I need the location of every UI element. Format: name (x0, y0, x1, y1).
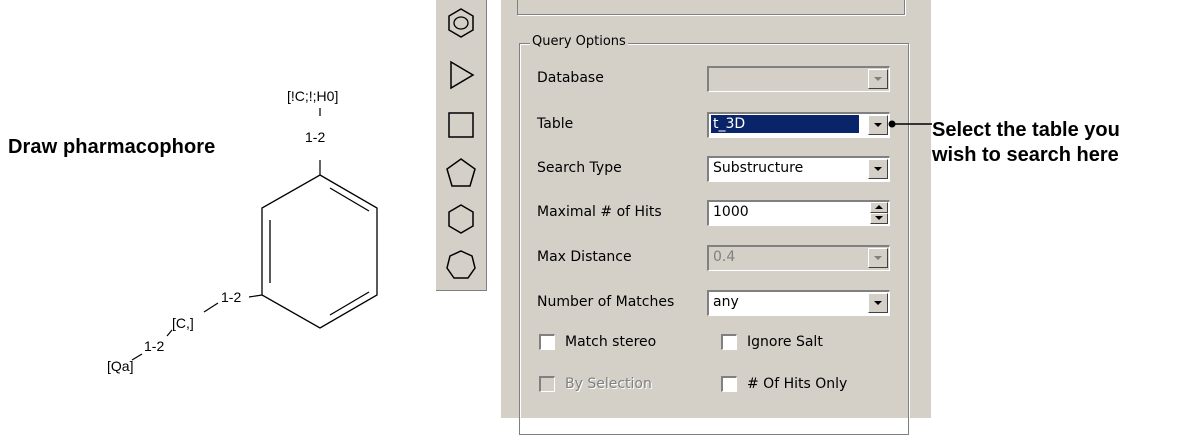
max-hits-value: 1000 (713, 204, 749, 220)
max-distance-label: Max Distance (537, 249, 632, 265)
atom-end-label: [Qa] (107, 358, 133, 374)
query-dialog: Query Options Database Table t_3D Search… (500, 0, 931, 435)
square-tool[interactable] (444, 108, 478, 142)
atom-top-label: [!C;!;H0] (287, 88, 338, 104)
match-stereo-checkbox[interactable]: Match stereo (539, 334, 656, 350)
heptagon-icon (446, 250, 476, 279)
search-type-label: Search Type (537, 160, 622, 176)
by-selection-label: By Selection (565, 376, 652, 392)
table-label: Table (537, 116, 574, 132)
max-distance-dropdown-icon[interactable] (868, 248, 888, 268)
heptagon-tool[interactable] (444, 248, 478, 282)
pharmacophore-drawing: [!C;!;H0] 1-2 1-2 [C,] 1-2 [Qa] (107, 88, 378, 374)
search-type-value: Substructure (713, 160, 804, 176)
database-select[interactable] (707, 66, 890, 92)
match-stereo-label: Match stereo (565, 334, 657, 350)
callout-text-line2: wish to search here (932, 144, 1119, 166)
callout-pointer (888, 120, 932, 128)
spin-down-icon[interactable] (870, 213, 888, 224)
number-of-matches-dropdown-icon[interactable] (868, 293, 888, 313)
table-dropdown-icon[interactable] (868, 115, 888, 135)
upper-frame (517, 0, 905, 15)
bond-ring-label: 1-2 (221, 289, 241, 305)
atom-mid-label: [C,] (172, 315, 194, 331)
callout-text-line1: Select the table you (932, 119, 1120, 141)
square-icon (448, 112, 474, 138)
triangle-tool[interactable] (444, 58, 478, 92)
hits-only-checkbox[interactable]: # Of Hits Only (721, 376, 847, 392)
search-type-dropdown-icon[interactable] (868, 159, 888, 179)
max-distance-value: 0.4 (713, 249, 736, 265)
shape-toolbar (436, 0, 487, 291)
triangle-icon (450, 60, 475, 90)
bond-ring-chain-b (203, 302, 219, 313)
hexagon-icon (448, 204, 474, 234)
bond-top-label: 1-2 (305, 129, 325, 145)
ignore-salt-checkbox[interactable]: Ignore Salt (721, 334, 823, 350)
benzene-ring-icon (448, 8, 474, 38)
pentagon-icon (446, 158, 476, 187)
table-value: t_3D (710, 114, 860, 134)
max-distance-select[interactable]: 0.4 (707, 245, 890, 271)
benzene-ring (261, 174, 378, 329)
hexagon-tool[interactable] (444, 202, 478, 236)
by-selection-checkbox[interactable]: By Selection (539, 376, 652, 392)
bond-mid-chain (166, 329, 173, 337)
ignore-salt-box[interactable] (721, 334, 737, 350)
max-hits-spinner[interactable]: 1000 (707, 200, 890, 226)
search-type-select[interactable]: Substructure (707, 156, 890, 182)
number-of-matches-label: Number of Matches (537, 294, 675, 310)
number-of-matches-select[interactable]: any (707, 290, 890, 316)
draw-pharmacophore-label: Draw pharmacophore (8, 136, 216, 158)
ignore-salt-label: Ignore Salt (747, 334, 823, 350)
hits-only-box[interactable] (721, 376, 737, 392)
spin-up-icon[interactable] (870, 202, 888, 213)
bond-end-chain (131, 353, 143, 361)
database-dropdown-icon[interactable] (868, 69, 888, 89)
database-label: Database (537, 70, 604, 86)
table-select[interactable]: t_3D (707, 112, 890, 138)
benzene-ring-tool[interactable] (444, 6, 478, 40)
pentagon-tool[interactable] (444, 156, 478, 190)
query-options-title: Query Options (530, 34, 628, 49)
bond-mid-label: 1-2 (144, 338, 164, 354)
by-selection-box[interactable] (539, 376, 555, 392)
number-of-matches-value: any (713, 294, 739, 310)
match-stereo-box[interactable] (539, 334, 555, 350)
hits-only-label: # Of Hits Only (747, 376, 848, 392)
bond-ring-chain (248, 294, 263, 298)
max-hits-label: Maximal # of Hits (537, 204, 662, 220)
